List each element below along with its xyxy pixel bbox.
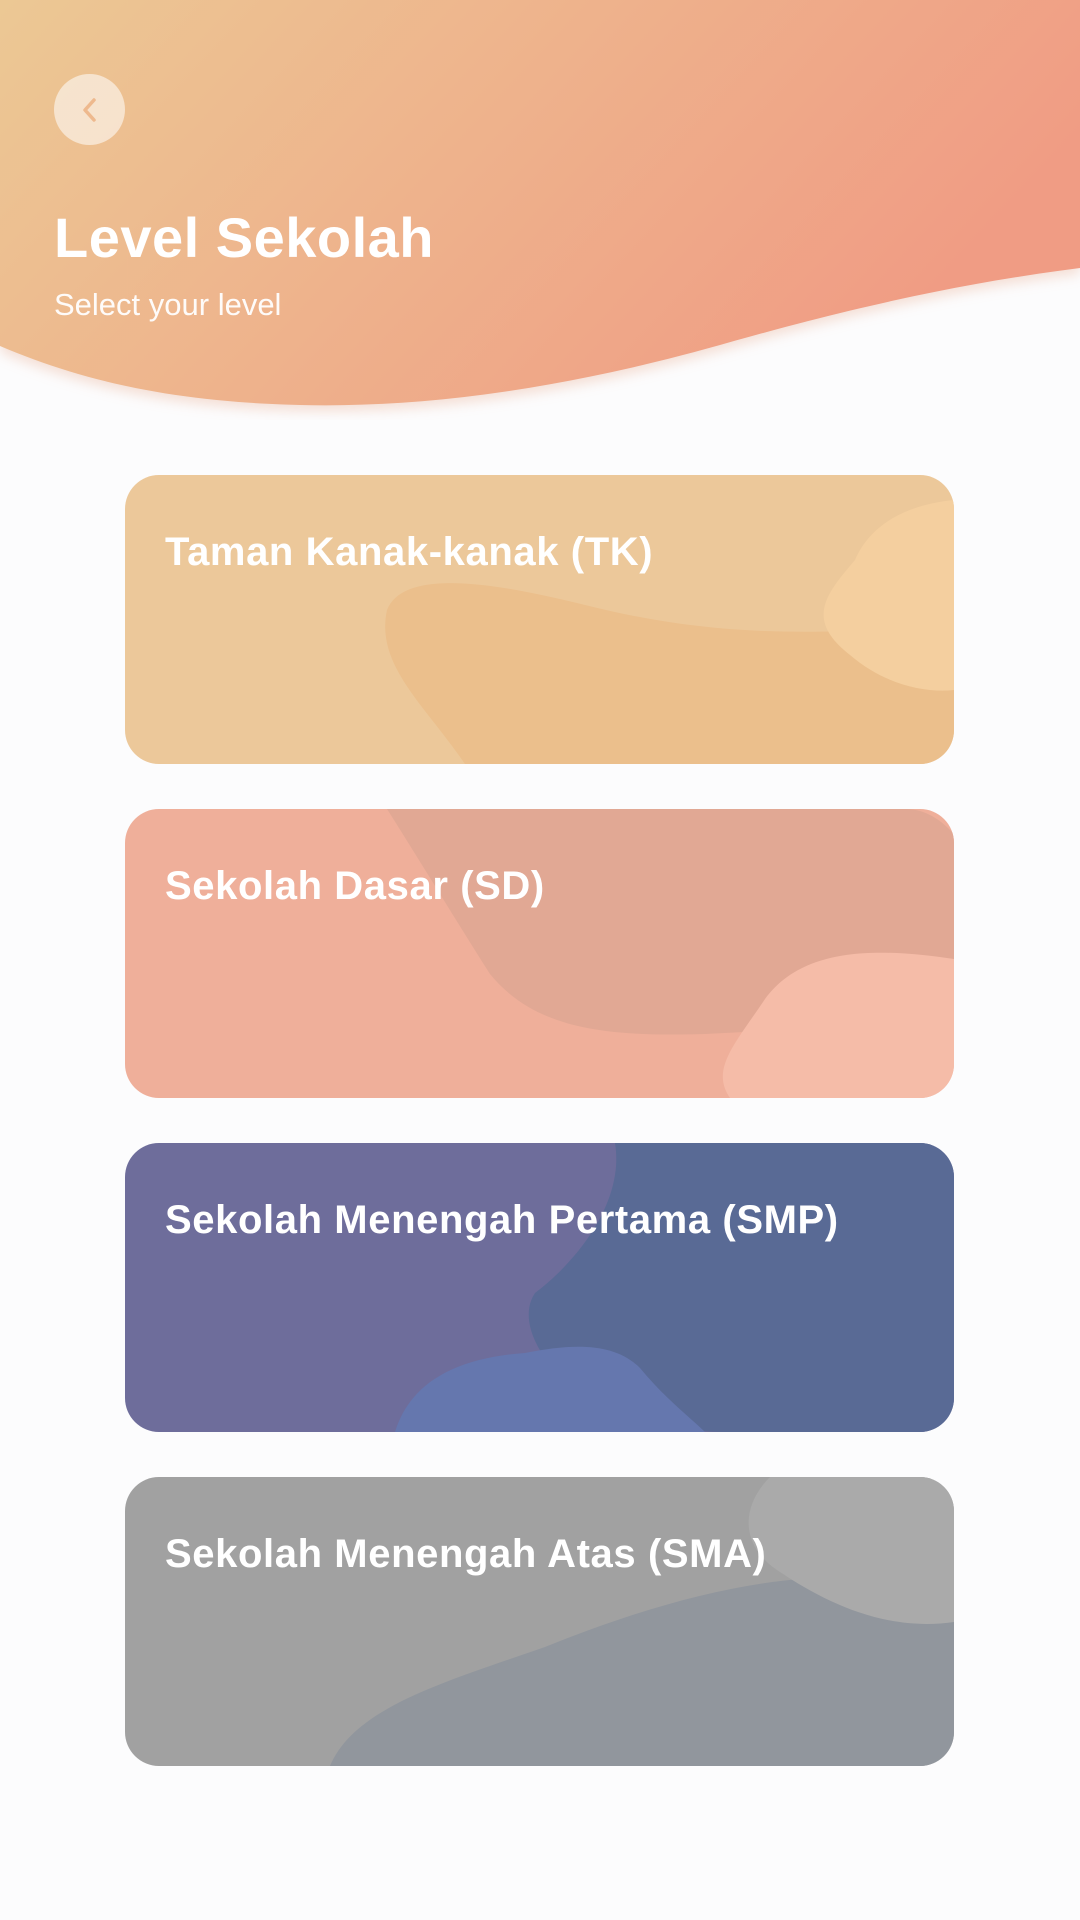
- back-button[interactable]: [54, 74, 125, 145]
- level-card-smp[interactable]: Sekolah Menengah Pertama (SMP): [125, 1143, 954, 1432]
- level-card-label: Sekolah Dasar (SD): [165, 864, 545, 908]
- page-subtitle: Select your level: [54, 287, 282, 322]
- level-card-sd[interactable]: Sekolah Dasar (SD): [125, 809, 954, 1098]
- level-select-screen: Level Sekolah Select your level Taman Ka…: [0, 0, 1080, 1920]
- level-card-label: Sekolah Menengah Pertama (SMP): [165, 1198, 839, 1242]
- page-title: Level Sekolah: [54, 206, 435, 269]
- level-card-sma[interactable]: Sekolah Menengah Atas (SMA): [125, 1477, 954, 1766]
- card-decoration: [387, 809, 954, 1098]
- level-list: Taman Kanak-kanak (TK) Sekolah Dasar (SD…: [125, 475, 954, 1811]
- chevron-left-icon: [82, 97, 96, 122]
- card-decoration: [330, 1477, 954, 1766]
- card-decoration: [395, 1143, 954, 1432]
- level-card-label: Sekolah Menengah Atas (SMA): [165, 1532, 767, 1576]
- level-card-label: Taman Kanak-kanak (TK): [165, 530, 654, 574]
- card-decoration: [385, 500, 954, 764]
- level-card-tk[interactable]: Taman Kanak-kanak (TK): [125, 475, 954, 764]
